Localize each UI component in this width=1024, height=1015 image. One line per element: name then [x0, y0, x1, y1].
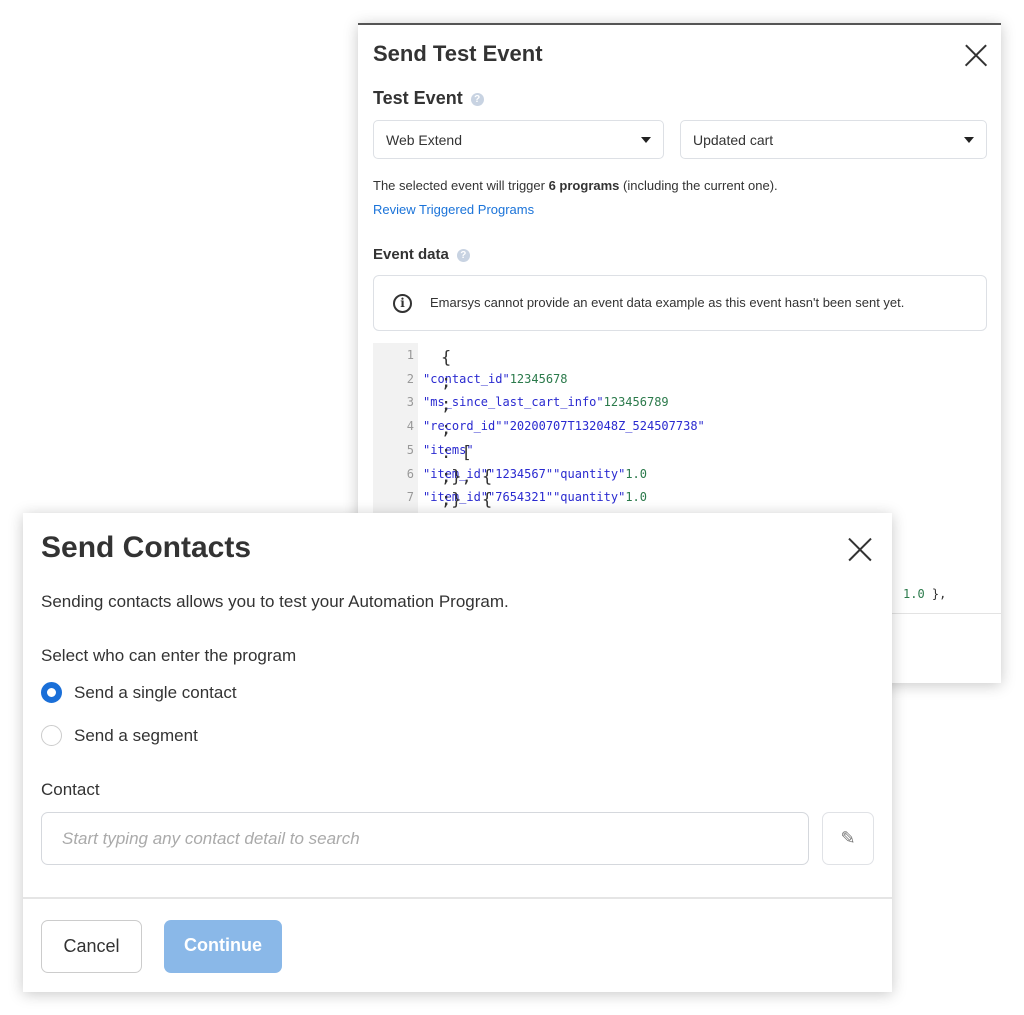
code-token: 123456789 [603, 395, 669, 410]
caret-down-icon [964, 137, 974, 143]
contact-label: Contact [41, 780, 100, 799]
send-contacts-dialog: Send Contacts Sending contacts allows yo… [23, 513, 892, 992]
radio-label: Send a single contact [74, 682, 237, 702]
code-token: 1.0 [625, 490, 647, 505]
platform-select[interactable]: Web Extend [373, 120, 664, 159]
line-number: 5 [406, 442, 414, 457]
code-token: "quantity" [553, 490, 626, 505]
info-message: Emarsys cannot provide an event data exa… [430, 295, 905, 310]
radio-single-contact[interactable]: Send a single contact [41, 682, 237, 703]
line-number: 7 [406, 490, 414, 505]
code-text: "ms_since_last_cart_info": 123456789, [423, 395, 669, 415]
event-select-value: Updated cart [693, 132, 774, 148]
platform-select-value: Web Extend [386, 132, 463, 148]
trigger-text: The selected event will trigger [373, 178, 549, 193]
line-number: 6 [406, 466, 414, 481]
close-icon[interactable] [847, 536, 871, 560]
test-event-heading-label: Test Event [373, 88, 463, 108]
dialog-title: Send Test Event [373, 41, 543, 66]
code-token: , [441, 419, 452, 440]
code-token: 12345678 [509, 371, 568, 386]
review-triggered-programs-link[interactable]: Review Triggered Programs [373, 202, 534, 217]
line-number: 4 [406, 419, 414, 434]
caret-down-icon [641, 137, 651, 143]
code-token: , [441, 395, 452, 416]
help-icon[interactable]: ? [456, 248, 470, 262]
cancel-button[interactable]: Cancel [41, 920, 142, 973]
code-token: : [ [441, 442, 472, 463]
event-select[interactable]: Updated cart [680, 120, 987, 159]
code-token: , [441, 371, 452, 392]
select-label: Select who can enter the program [41, 646, 297, 665]
trigger-info: The selected event will trigger 6 progra… [373, 178, 778, 193]
trigger-text-end: (including the current one). [619, 178, 778, 193]
edit-contact-button[interactable]: ✎ [822, 812, 874, 865]
help-icon[interactable]: ? [470, 92, 484, 106]
code-token: } [441, 490, 462, 511]
line-number: 2 [406, 371, 414, 386]
code-text: "items": [ [423, 443, 474, 463]
divider [23, 897, 892, 899]
dialog-description: Sending contacts allows you to test your… [41, 592, 509, 611]
line-number: 1 [406, 348, 414, 362]
code-text: "record_id": "20200707T132048Z_524507738… [423, 419, 705, 439]
code-fragment: 1.0 }, [903, 587, 946, 601]
code-text: "contact_id": 12345678, [423, 371, 568, 392]
line-number: 3 [406, 395, 414, 410]
code-number: 1.0 [903, 587, 925, 601]
code-token: "contact_id" [423, 371, 510, 386]
code-token: 1.0 [625, 466, 647, 481]
continue-button[interactable]: Continue [164, 920, 282, 973]
code-token: "quantity" [553, 466, 626, 481]
radio-label: Send a segment [74, 725, 198, 745]
radio-segment[interactable]: Send a segment [41, 725, 198, 746]
test-event-heading: Test Event? [373, 88, 484, 109]
code-punct: }, [924, 587, 947, 601]
radio-unselected-icon[interactable] [41, 725, 62, 746]
code-token: "20200707T132048Z_524507738" [502, 419, 705, 434]
code-token: { [441, 348, 452, 368]
close-icon[interactable] [964, 43, 986, 65]
pencil-icon: ✎ [840, 828, 856, 848]
radio-selected-icon[interactable] [41, 682, 62, 703]
code-token: }, [441, 466, 472, 487]
trigger-count: 6 programs [548, 178, 620, 193]
event-data-heading-label: Event data [373, 246, 449, 263]
code-text: { "item_id": "1234567", "quantity": 1.0 … [423, 466, 647, 487]
contact-search-input[interactable]: Start typing any contact detail to searc… [41, 812, 809, 865]
info-notice: i Emarsys cannot provide an event data e… [373, 275, 987, 331]
info-icon: i [393, 294, 412, 313]
dialog-title: Send Contacts [41, 531, 252, 564]
event-data-heading: Event data? [373, 246, 470, 263]
code-token: "record_id" [423, 419, 503, 434]
code-text: { "item_id": "7654321", "quantity": 1.0 … [423, 490, 647, 510]
